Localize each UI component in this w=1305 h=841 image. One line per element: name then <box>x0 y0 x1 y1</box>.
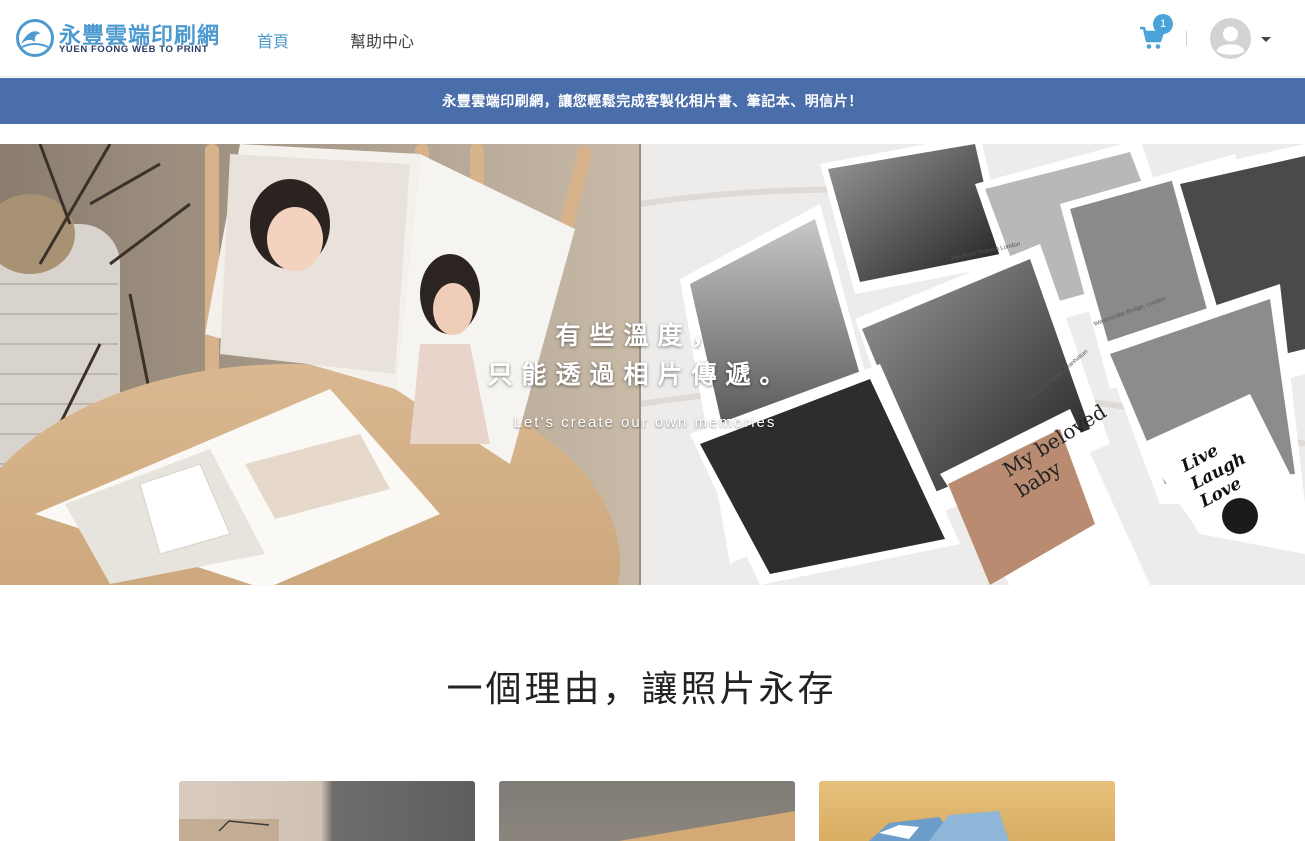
product-card-2-image <box>619 811 795 841</box>
top-header: 永豐雲端印刷網 YUEN FOONG WEB TO PRINT 首頁 幫助中心 … <box>0 0 1305 77</box>
hero-headline-line-1: 有些溫度， <box>555 321 726 350</box>
logo-mark-icon <box>16 19 54 57</box>
product-card-3[interactable] <box>819 781 1115 841</box>
hero-subtitle: Let’s create our own memories <box>513 414 777 431</box>
hero-headline-line-2: 只能透過相片傳遞。 <box>487 360 794 389</box>
section-title: 一個理由，讓照片永存 <box>446 669 837 710</box>
nav-help-center-link[interactable]: 幫助中心 <box>350 28 414 52</box>
product-card-1-image <box>179 819 279 841</box>
product-card-1[interactable] <box>179 781 475 841</box>
hero-carousel[interactable]: My beloved baby Live Laugh Love The Rive… <box>0 144 1305 585</box>
nav-home-link[interactable]: 首頁 <box>257 28 289 52</box>
user-avatar-icon[interactable] <box>1210 18 1251 59</box>
header-divider <box>1186 31 1187 46</box>
logo-english-name: YUEN FOONG WEB TO PRINT <box>59 44 209 55</box>
user-menu-chevron-down-icon[interactable] <box>1261 37 1271 42</box>
product-card-3-image <box>869 811 1009 841</box>
site-logo[interactable]: 永豐雲端印刷網 YUEN FOONG WEB TO PRINT <box>15 17 219 59</box>
cart-count-badge: 1 <box>1153 14 1173 34</box>
promo-banner: 永豐雲端印刷網，讓您輕鬆完成客製化相片書、筆記本、明信片！ <box>0 78 1305 124</box>
product-card-2[interactable] <box>499 781 795 841</box>
